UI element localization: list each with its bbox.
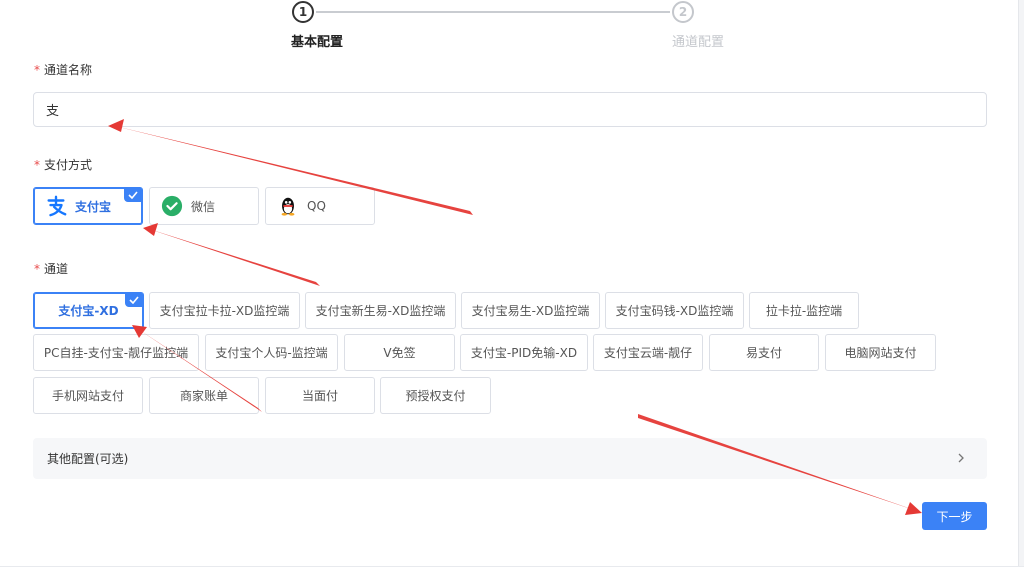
channel-label: * 通道	[34, 262, 69, 276]
channel-option[interactable]: 支付宝拉卡拉-XD监控端	[149, 292, 300, 329]
channel-option-label: 预授权支付	[405, 389, 466, 403]
channel-option-label: 支付宝易生-XD监控端	[471, 304, 590, 318]
channel-option-label: 手机网站支付	[51, 389, 124, 403]
channel-option[interactable]: 当面付	[265, 377, 375, 414]
channel-option-label: 支付宝拉卡拉-XD监控端	[159, 304, 290, 318]
next-step-button[interactable]: 下一步	[922, 502, 987, 530]
channel-option-label: 支付宝-PID免输-XD	[470, 346, 578, 360]
pay-method-wechat[interactable]: 微信	[149, 187, 259, 225]
channel-option-label: V免签	[383, 346, 416, 360]
step-2-indicator: 2	[672, 1, 694, 23]
channel-option-label: 支付宝-XD	[58, 304, 119, 318]
scrollbar-track[interactable]	[1018, 0, 1024, 574]
channel-option[interactable]: 商家账单	[149, 377, 259, 414]
required-mark: *	[34, 158, 40, 172]
channel-option[interactable]: 支付宝-XD	[33, 292, 144, 329]
qq-icon	[276, 194, 300, 218]
channel-option-label: 支付宝个人码-监控端	[215, 346, 328, 360]
channel-option[interactable]: V免签	[344, 334, 455, 371]
channel-option[interactable]: 易支付	[709, 334, 819, 371]
channel-name-input[interactable]	[33, 92, 987, 127]
channel-option[interactable]: 预授权支付	[380, 377, 491, 414]
alipay-icon	[44, 194, 68, 218]
channel-option-label: 易支付	[745, 346, 782, 360]
channel-option[interactable]: 手机网站支付	[33, 377, 143, 414]
channel-option[interactable]: 拉卡拉-监控端	[749, 292, 859, 329]
channel-option[interactable]: 电脑网站支付	[825, 334, 936, 371]
channel-option-label: PC自挂-支付宝-靓仔监控端	[43, 346, 189, 360]
pay-method-label: * 支付方式	[34, 158, 93, 172]
channel-option[interactable]: 支付宝新生易-XD监控端	[305, 292, 456, 329]
channel-name-label: * 通道名称	[34, 63, 93, 77]
step-1-indicator: 1	[292, 1, 314, 23]
step-2-label: 通道配置	[672, 35, 725, 50]
required-mark: *	[34, 262, 40, 276]
other-config-collapse[interactable]: 其他配置(可选)	[33, 438, 987, 479]
channel-option[interactable]: 支付宝易生-XD监控端	[461, 292, 600, 329]
bottom-edge	[0, 566, 1024, 574]
channel-option[interactable]: 支付宝云端-靓仔	[593, 334, 703, 371]
check-icon	[124, 188, 142, 202]
pay-method-qq[interactable]: QQ	[265, 187, 375, 225]
step-connector	[316, 11, 670, 13]
other-config-label: 其他配置(可选)	[47, 452, 129, 466]
channel-option-label: 支付宝云端-靓仔	[603, 346, 693, 360]
channel-option[interactable]: 支付宝个人码-监控端	[205, 334, 338, 371]
channel-option-label: 拉卡拉-监控端	[765, 304, 843, 318]
channel-option-label: 商家账单	[179, 389, 228, 403]
channel-option-label: 支付宝新生易-XD监控端	[315, 304, 446, 318]
check-icon	[125, 293, 143, 307]
channel-option[interactable]: 支付宝码钱-XD监控端	[605, 292, 744, 329]
step-1-label: 基本配置	[291, 35, 344, 50]
channel-option[interactable]: 支付宝-PID免输-XD	[460, 334, 588, 371]
arrow-to-next-button-head	[905, 502, 922, 515]
pay-method-label-text: 支付宝	[75, 199, 112, 214]
channel-option-label: 支付宝码钱-XD监控端	[615, 304, 734, 318]
arrow-to-alipay	[146, 228, 320, 286]
wechat-icon	[160, 194, 184, 218]
channel-option-label: 电脑网站支付	[844, 346, 917, 360]
channel-option-label: 当面付	[301, 389, 338, 403]
required-mark: *	[34, 63, 40, 77]
pay-method-label-text: 微信	[191, 199, 216, 214]
chevron-right-icon	[958, 453, 964, 463]
pay-method-alipay[interactable]: 支付宝	[33, 187, 143, 225]
channel-option[interactable]: PC自挂-支付宝-靓仔监控端	[33, 334, 199, 371]
pay-method-label-text: QQ	[307, 199, 326, 213]
annotation-arrows	[108, 119, 922, 515]
